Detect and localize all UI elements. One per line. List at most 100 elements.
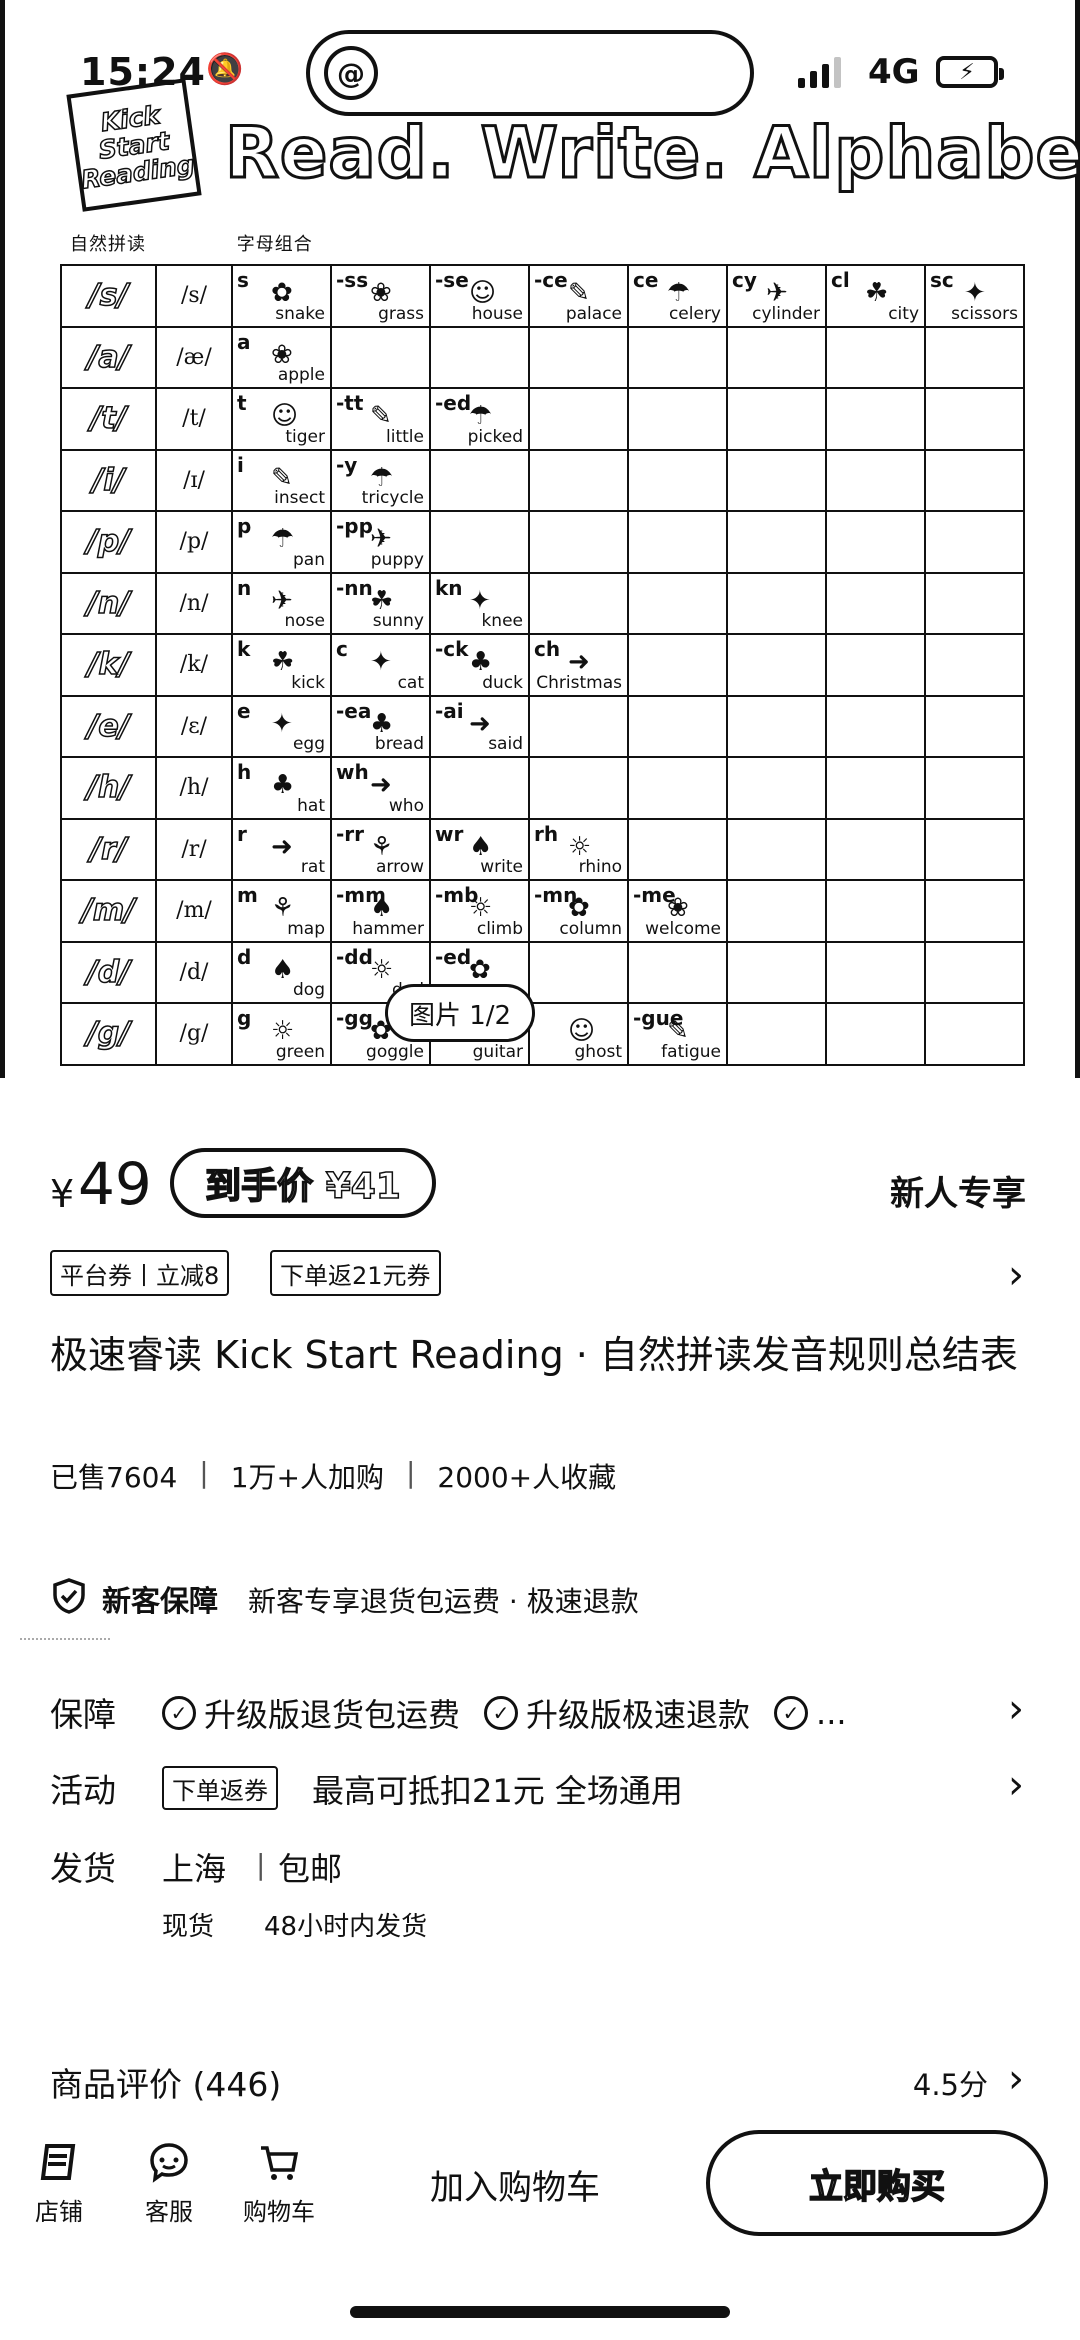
phonics-cell: -se ☺ house [429, 264, 530, 328]
phonics-ipa: /g/ [155, 1002, 233, 1066]
activity-tag: 下单返券 [162, 1766, 278, 1810]
phonics-cell [429, 448, 530, 512]
store-button[interactable]: 店铺 [14, 2140, 104, 2227]
product-image-carousel[interactable]: Kick Start Reading Read. Write. Alphabet… [0, 0, 1080, 1078]
phonics-cell: -ss ❀ grass [330, 264, 431, 328]
phonics-cell [924, 387, 1025, 451]
phonics-cell: -nn ☘ sunny [330, 571, 431, 635]
signal-icon [798, 56, 841, 88]
shipping-city: 上海 [162, 1850, 227, 1888]
phonics-cell [825, 879, 926, 943]
phonics-cell [726, 387, 827, 451]
phonics-cell: cl ☘ city [825, 264, 926, 328]
phonics-cell: -pp ✈ puppy [330, 510, 431, 574]
phonics-cell [627, 387, 728, 451]
example-word: rhino [578, 857, 622, 877]
phonics-cell: ch ➜ Christmas [528, 633, 629, 697]
dispatch-time: 48小时内发货 [264, 1912, 428, 1942]
phonics-sound: /a/ [60, 325, 157, 389]
phonics-cell [825, 510, 926, 574]
grapheme: t [237, 391, 247, 415]
buy-now-button[interactable]: 立即购买 [706, 2130, 1048, 2236]
phonics-cell: m ⚘ map [231, 879, 332, 943]
phonics-cell [726, 879, 827, 943]
phonics-sound: /t/ [60, 387, 157, 451]
phonics-cell: r ➜ rat [231, 817, 332, 881]
phonics-cell [924, 571, 1025, 635]
phonics-ipa: /n/ [155, 571, 233, 635]
phonics-cell: -gue ✎ fatigue [627, 1002, 728, 1066]
divider: | [256, 1848, 266, 1881]
grapheme: g [237, 1006, 252, 1030]
grapheme: a [237, 329, 251, 354]
chevron-right-icon[interactable]: › [1008, 2056, 1024, 2102]
phonics-cell: d ♠ dog [231, 940, 332, 1004]
phonics-row: /m//m/m ⚘ map -mm ♠ hammer -mb ☼ climb -mn ✿ column… [60, 879, 1025, 943]
phonics-cell [627, 940, 728, 1004]
stock-status: 现货 [162, 1912, 215, 1942]
illustration-icon: ☼ [370, 954, 394, 985]
phonics-cell [330, 325, 431, 389]
phonics-cell: -ck ♣ duck [429, 633, 530, 697]
phonics-cell: kn ✦ knee [429, 571, 530, 635]
subtitle-item: 自然拼读 [70, 234, 146, 255]
guarantee-row[interactable]: ✓ 升级版退货包运费 ✓ 升级版极速退款 ✓... [162, 1690, 847, 1736]
activity-row-label: 活动 [50, 1771, 116, 1810]
example-word: house [471, 303, 523, 324]
shipping-row-label: 发货 [50, 1849, 116, 1888]
phonics-cell: -ea ♣ bread [330, 694, 431, 758]
phonics-ipa: /r/ [155, 817, 233, 881]
phonics-cell: -me ❀ welcome [627, 879, 728, 943]
phonics-sound: /r/ [60, 817, 157, 881]
phonics-sound: /n/ [60, 571, 157, 635]
illustration-icon: ☘ [865, 278, 889, 308]
chevron-right-icon[interactable]: › [1008, 1252, 1024, 1298]
reviews-title[interactable]: 商品评价 (446) [50, 2058, 281, 2106]
phonics-cell [825, 387, 926, 451]
phonics-cell [528, 571, 629, 635]
phonics-cell: -mb ☼ climb [429, 879, 530, 943]
grapheme: h [237, 760, 252, 784]
phonics-ipa: /h/ [155, 756, 233, 820]
phonics-row: /h//h/h ♣ hat wh ➜ who [60, 756, 1025, 820]
phonics-cell: -ce ✎ palace [528, 264, 629, 328]
add-to-cart-button[interactable]: 加入购物车 [430, 2160, 600, 2209]
example-word: sunny [372, 611, 424, 631]
phonics-sound: /e/ [60, 694, 157, 758]
example-word: cylinder [752, 303, 820, 324]
mute-bell-icon: 🔕 [206, 52, 244, 87]
phonics-cell: c ✦ cat [330, 633, 431, 697]
grapheme: cl [831, 268, 850, 292]
grapheme: c [336, 637, 348, 661]
home-indicator[interactable] [350, 2306, 730, 2318]
example-word: write [480, 857, 523, 877]
chevron-right-icon[interactable]: › [1008, 1686, 1024, 1732]
coupon-platform[interactable]: 平台券丨立减8 [50, 1250, 230, 1296]
chevron-right-icon[interactable]: › [1008, 1762, 1024, 1808]
phonics-row: /g//g/g☼green-gg✿goggle❀guitar☺ghost-gue… [60, 1002, 1025, 1066]
phonics-cell: g ☼ green [231, 1002, 332, 1066]
grapheme: -ed [435, 391, 472, 415]
free-shipping: 包邮 [278, 1850, 343, 1888]
customer-service-button[interactable]: 客服 [124, 2140, 214, 2227]
guarantee-item: ✓... [774, 1690, 847, 1736]
phonics-cell [726, 633, 827, 697]
new-customer-guarantee-title: 新客保障 [102, 1584, 219, 1618]
cart-button[interactable]: 购物车 [234, 2140, 324, 2227]
example-word: city [888, 303, 919, 324]
example-word: duck [482, 672, 523, 693]
activity-text[interactable]: 最高可抵扣21元 全场通用 [312, 1766, 683, 1812]
reviews-score[interactable]: 4.5分 [913, 2062, 988, 2104]
battery-charging-icon: ⚡ [936, 56, 1004, 88]
phonics-ipa: /æ/ [155, 325, 233, 389]
grapheme: m [237, 883, 258, 907]
phonics-cell: -y ☂ tricycle [330, 448, 431, 512]
phonics-row: /p//p/p ☂ pan -pp ✈ puppy [60, 510, 1025, 574]
grapheme: s [237, 268, 249, 292]
coupon-order-return[interactable]: 下单返21元券 [270, 1250, 441, 1296]
illustration-icon: ✦ [370, 647, 392, 677]
grapheme: k [237, 637, 251, 661]
new-customer-guarantee-desc: 新客专享退货包运费 · 极速退款 [248, 1585, 639, 1618]
example-word: picked [467, 426, 523, 447]
phonics-cell [924, 879, 1025, 943]
